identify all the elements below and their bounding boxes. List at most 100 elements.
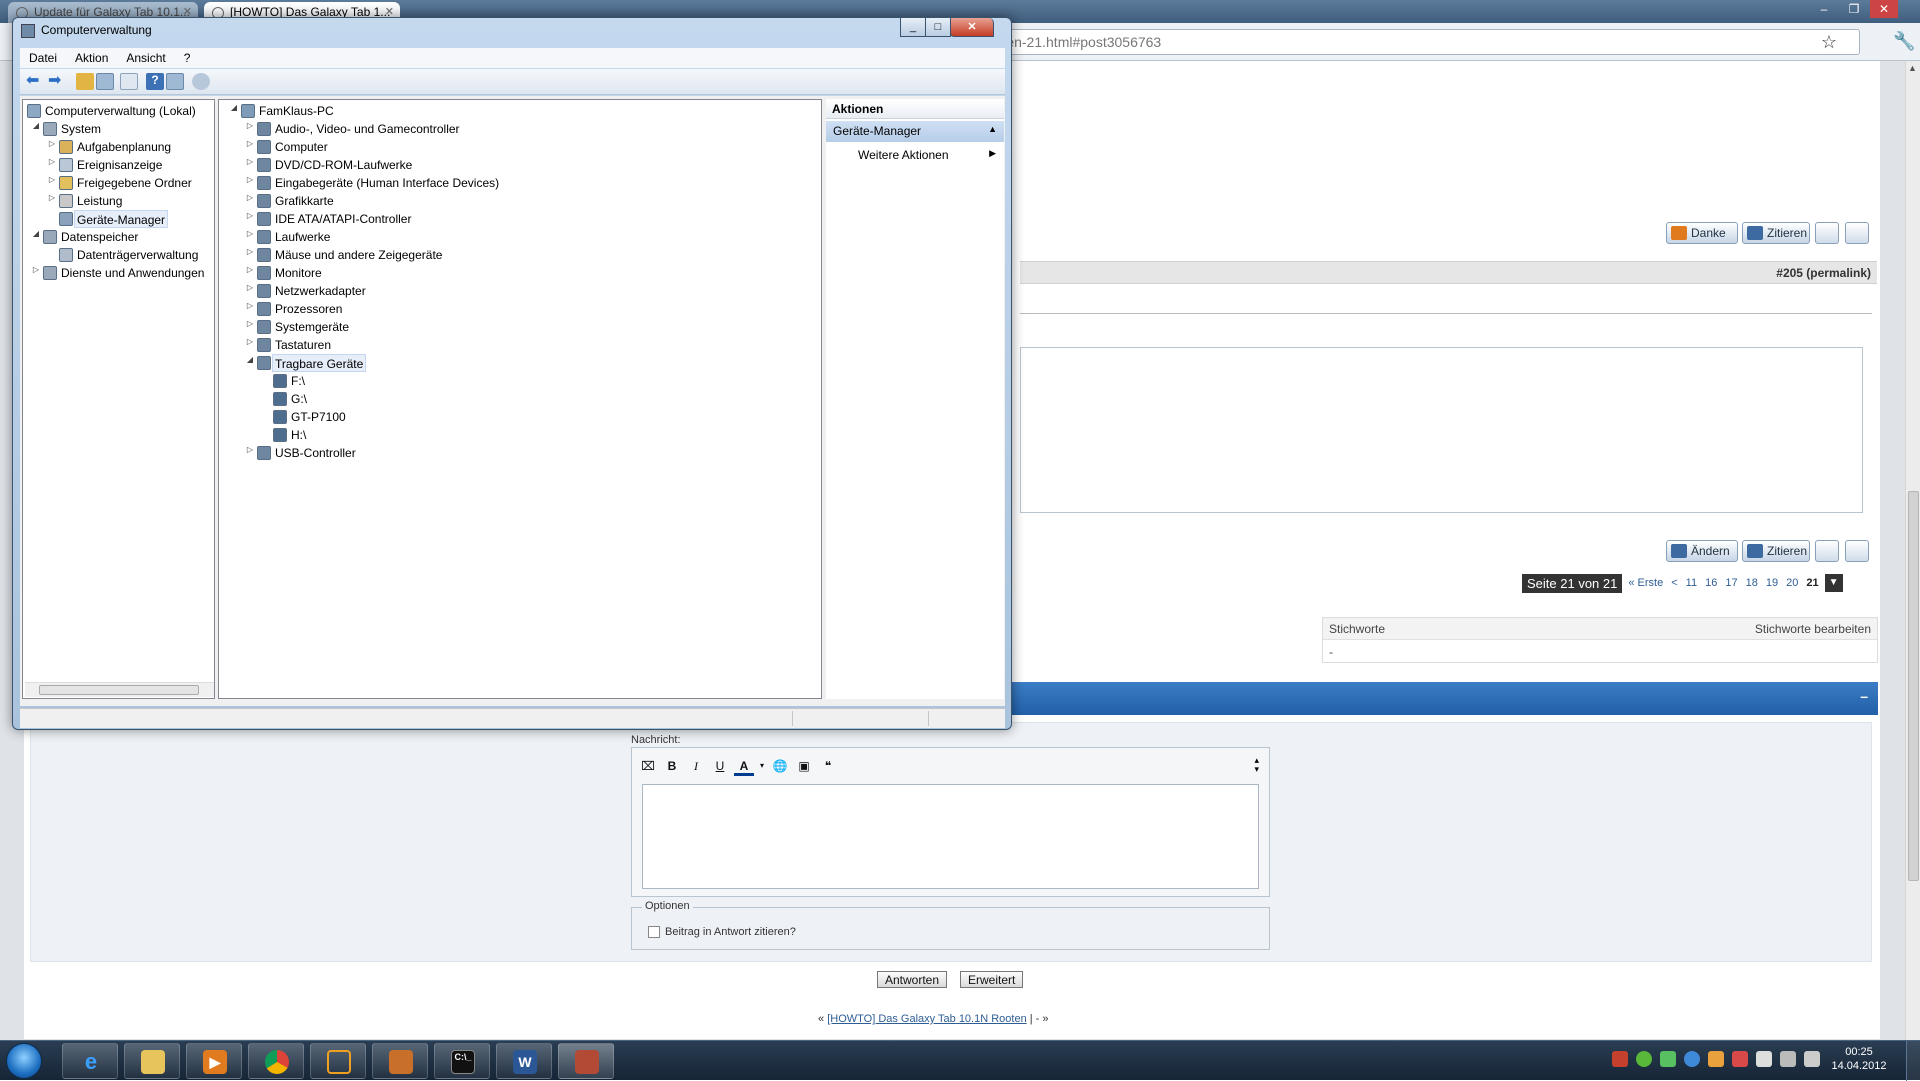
collapse-up-icon[interactable]: ▲	[988, 124, 997, 134]
device-tree-node[interactable]: DVD/CD-ROM-Laufwerke	[275, 156, 412, 174]
expand-toggle-icon[interactable]: ▷	[245, 211, 255, 220]
quote-button-top[interactable]: Zitieren	[1742, 222, 1810, 244]
resize-toggle-icon[interactable]: ▴ ▾	[1254, 756, 1259, 774]
pagination-dropdown-icon[interactable]: ▼	[1824, 574, 1843, 592]
pagination-page[interactable]: 11	[1684, 574, 1699, 593]
device-tree-node[interactable]: Systemgeräte	[275, 318, 349, 336]
close-icon[interactable]: ✕	[950, 18, 994, 37]
submit-reply-button[interactable]: Antworten	[877, 971, 948, 988]
console-tree-node[interactable]: Freigegebene Ordner	[77, 174, 192, 192]
quick-reply-icon[interactable]	[1845, 540, 1869, 562]
collapse-icon[interactable]: –	[1860, 688, 1868, 704]
menu-datei[interactable]: Datei	[20, 48, 66, 68]
collapse-toggle-icon[interactable]: ◢	[229, 103, 239, 112]
console-tree-node[interactable]: Ereignisanzeige	[77, 156, 162, 174]
expand-toggle-icon[interactable]: ▷	[245, 247, 255, 256]
expand-toggle-icon[interactable]: ▷	[245, 193, 255, 202]
menu-help[interactable]: ?	[175, 48, 200, 68]
address-bar[interactable]: rren-21.html#post3056763 ☆	[990, 29, 1860, 55]
thanks-button[interactable]: Danke	[1666, 222, 1738, 244]
device-tree-node[interactable]: Computer	[275, 138, 328, 156]
menu-aktion[interactable]: Aktion	[66, 48, 117, 68]
dropdown-arrow-icon[interactable]: ▾	[758, 756, 766, 776]
console-tree-node[interactable]: System	[61, 120, 101, 138]
scroll-thumb[interactable]	[1908, 491, 1919, 881]
scan-hardware-icon[interactable]	[192, 73, 210, 90]
scroll-up-icon[interactable]: ▲	[1908, 63, 1917, 73]
console-tree-node[interactable]: Geräte-Manager	[74, 210, 169, 228]
expand-toggle-icon[interactable]: ▷	[245, 139, 255, 148]
device-tree-node[interactable]: Netzwerkadapter	[275, 282, 366, 300]
device-tree-node[interactable]: G:\	[291, 390, 307, 408]
pagination-page[interactable]: 19	[1764, 574, 1780, 593]
device-tree-node[interactable]: Laufwerke	[275, 228, 330, 246]
tray-update-icon[interactable]	[1708, 1051, 1724, 1067]
browser-close-icon[interactable]: ✕	[1870, 0, 1898, 18]
taskbar-chrome[interactable]	[248, 1043, 304, 1079]
tray-volume-icon[interactable]	[1804, 1051, 1820, 1067]
taskbar-app-6[interactable]	[372, 1043, 428, 1079]
console-tree-node[interactable]: Leistung	[77, 192, 122, 210]
pagination-page[interactable]: 18	[1744, 574, 1760, 593]
actions-section[interactable]: Geräte-Manager ▲	[826, 121, 1004, 142]
up-folder-icon[interactable]	[76, 73, 94, 90]
expand-toggle-icon[interactable]: ▷	[245, 319, 255, 328]
prev-thread-link[interactable]: [HOWTO] Das Galaxy Tab 10.1N Rooten	[827, 1013, 1027, 1025]
font-color-button[interactable]: A	[734, 756, 754, 776]
bookmark-star-icon[interactable]: ☆	[1821, 32, 1837, 53]
show-desktop-button[interactable]	[1906, 1041, 1920, 1081]
underline-button[interactable]: U	[710, 756, 730, 776]
maximize-icon[interactable]: □	[925, 18, 951, 37]
device-tree-node[interactable]: Tastaturen	[275, 336, 331, 354]
more-actions-item[interactable]: Weitere Aktionen ▶	[826, 145, 1004, 165]
edit-button[interactable]: Ändern	[1666, 540, 1738, 562]
back-icon[interactable]: ⬅	[26, 73, 44, 90]
expand-toggle-icon[interactable]: ▷	[47, 157, 57, 166]
multiquote-icon[interactable]	[1815, 540, 1839, 562]
tray-device-icon[interactable]	[1780, 1051, 1796, 1067]
tray-sound-warning-icon[interactable]	[1732, 1051, 1748, 1067]
expand-toggle-icon[interactable]: ▷	[47, 193, 57, 202]
tray-flag-icon[interactable]	[1756, 1051, 1772, 1067]
device-tree-node[interactable]: IDE ATA/ATAPI-Controller	[275, 210, 411, 228]
expand-toggle-icon[interactable]: ▷	[47, 175, 57, 184]
console-tree-node[interactable]: Computerverwaltung (Lokal)	[45, 102, 196, 120]
expand-toggle-icon[interactable]: ▷	[245, 265, 255, 274]
console-tree-node[interactable]: Datenspeicher	[61, 228, 138, 246]
pagination-page[interactable]: 20	[1784, 574, 1800, 593]
tray-battery-icon[interactable]	[1660, 1051, 1676, 1067]
expand-toggle-icon[interactable]: ▷	[47, 139, 57, 148]
bold-button[interactable]: B	[662, 756, 682, 776]
tray-network-icon[interactable]	[1684, 1051, 1700, 1067]
console-tree-node[interactable]: Aufgabenplanung	[77, 138, 171, 156]
pagination-page[interactable]: 17	[1723, 574, 1739, 593]
device-tree-node[interactable]: Eingabegeräte (Human Interface Devices)	[275, 174, 499, 192]
insert-quote-icon[interactable]: ❝	[818, 756, 838, 776]
console-tree-node[interactable]: Dienste und Anwendungen	[61, 264, 204, 282]
multiquote-icon[interactable]	[1815, 222, 1839, 244]
tray-nvidia-icon[interactable]	[1636, 1051, 1652, 1067]
show-action-pane-icon[interactable]	[166, 73, 184, 90]
taskbar-computer-management[interactable]	[558, 1043, 614, 1079]
quick-reply-icon[interactable]	[1845, 222, 1869, 244]
pagination-page[interactable]: 16	[1703, 574, 1719, 593]
console-tree-node[interactable]: Datenträgerverwaltung	[77, 246, 198, 264]
expand-toggle-icon[interactable]: ▷	[245, 175, 255, 184]
remove-format-icon[interactable]: ⌧	[638, 756, 658, 776]
expand-toggle-icon[interactable]: ▷	[245, 301, 255, 310]
wrench-menu-icon[interactable]: 🔧	[1893, 31, 1915, 52]
device-tree-node[interactable]: Prozessoren	[275, 300, 342, 318]
insert-link-icon[interactable]: 🌐	[770, 756, 790, 776]
device-tree-node[interactable]: Grafikkarte	[275, 192, 334, 210]
quote-button-bottom[interactable]: Zitieren	[1742, 540, 1810, 562]
message-textarea[interactable]	[642, 784, 1259, 889]
expand-toggle-icon[interactable]: ▷	[245, 283, 255, 292]
pagination-first[interactable]: « Erste	[1626, 574, 1665, 593]
expand-toggle-icon[interactable]: ▷	[245, 121, 255, 130]
device-tree-node[interactable]: Monitore	[275, 264, 322, 282]
taskbar-explorer[interactable]	[124, 1043, 180, 1079]
collapse-toggle-icon[interactable]: ◢	[245, 355, 255, 364]
insert-image-icon[interactable]: ▣	[794, 756, 814, 776]
expand-toggle-icon[interactable]: ▷	[245, 229, 255, 238]
clock[interactable]: 00:25 14.04.2012	[1822, 1045, 1896, 1073]
